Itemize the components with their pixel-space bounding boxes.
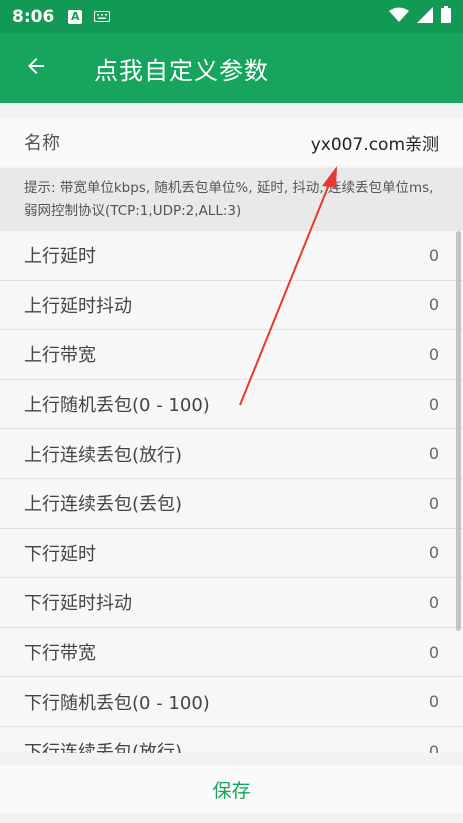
list-item[interactable]: 下行延时抖动 0 — [0, 578, 463, 628]
list-item[interactable]: 下行带宽 0 — [0, 628, 463, 678]
list-item[interactable]: 下行随机丢包(0 - 100) 0 — [0, 677, 463, 727]
name-row[interactable]: 名称 yx007.com亲测 — [0, 118, 463, 166]
keyboard-icon — [94, 7, 111, 26]
app-bar: 点我自定义参数 — [0, 33, 463, 103]
list-item-label: 下行随机丢包(0 - 100) — [24, 692, 210, 714]
list-item-value: 0 — [428, 444, 439, 464]
list-item-value: 0 — [428, 592, 439, 612]
list-item-label: 下行连续丢包(放行) — [24, 742, 183, 753]
list-item[interactable]: 上行延时抖动 0 — [0, 281, 463, 331]
status-time: 8:06 — [12, 6, 55, 27]
back-button[interactable] — [0, 33, 72, 103]
signal-icon — [417, 6, 433, 27]
list-item-label: 上行延时抖动 — [24, 295, 132, 317]
list-item-label: 上行连续丢包(放行) — [24, 444, 183, 466]
param-list[interactable]: 上行延时 0 上行延时抖动 0 上行带宽 0 上行随机丢包(0 - 100) 0 上行连… — [0, 231, 463, 753]
save-label: 保存 — [212, 779, 251, 802]
list-item-label: 上行带宽 — [24, 345, 96, 367]
scrollbar[interactable] — [456, 231, 461, 631]
name-label: 名称 — [24, 133, 60, 154]
list-item-label: 下行延时抖动 — [24, 593, 132, 615]
list-item[interactable]: 上行延时 0 — [0, 231, 463, 281]
battery-icon — [441, 6, 451, 27]
list-item-value: 0 — [428, 741, 439, 753]
name-value: yx007.com亲测 — [310, 134, 439, 155]
list-item-label: 下行延时 — [24, 543, 96, 565]
list-item[interactable]: 下行延时 0 — [0, 529, 463, 579]
list-item[interactable]: 下行连续丢包(放行) 0 — [0, 727, 463, 753]
list-item-value: 0 — [428, 642, 439, 662]
page-title: 点我自定义参数 — [94, 56, 269, 85]
list-item-label: 上行延时 — [24, 246, 96, 268]
list-item-value: 0 — [428, 543, 439, 563]
list-item-value: 0 — [428, 692, 439, 712]
list-item-label: 下行带宽 — [24, 643, 96, 665]
status-a-icon: A — [68, 9, 83, 24]
status-icons — [389, 6, 451, 27]
list-item[interactable]: 上行随机丢包(0 - 100) 0 — [0, 380, 463, 430]
list-item-label: 上行随机丢包(0 - 100) — [24, 395, 210, 417]
hint-text: 提示: 带宽单位kbps, 随机丢包单位%, 延时, 抖动, 连续丢包单位ms,… — [0, 168, 463, 231]
list-item-value: 0 — [428, 245, 439, 265]
list-item-value: 0 — [428, 394, 439, 414]
list-item[interactable]: 上行连续丢包(丢包) 0 — [0, 479, 463, 529]
list-item-label: 上行连续丢包(丢包) — [24, 494, 183, 516]
list-item-value: 0 — [428, 493, 439, 513]
list-item[interactable]: 上行带宽 0 — [0, 330, 463, 380]
list-item-value: 0 — [428, 344, 439, 364]
arrow-left-icon — [24, 54, 48, 82]
list-item[interactable]: 上行连续丢包(放行) 0 — [0, 429, 463, 479]
status-bar: 8:06 A — [0, 0, 463, 33]
save-button[interactable]: 保存 — [0, 765, 463, 813]
wifi-icon — [389, 7, 409, 27]
list-item-value: 0 — [428, 295, 439, 315]
